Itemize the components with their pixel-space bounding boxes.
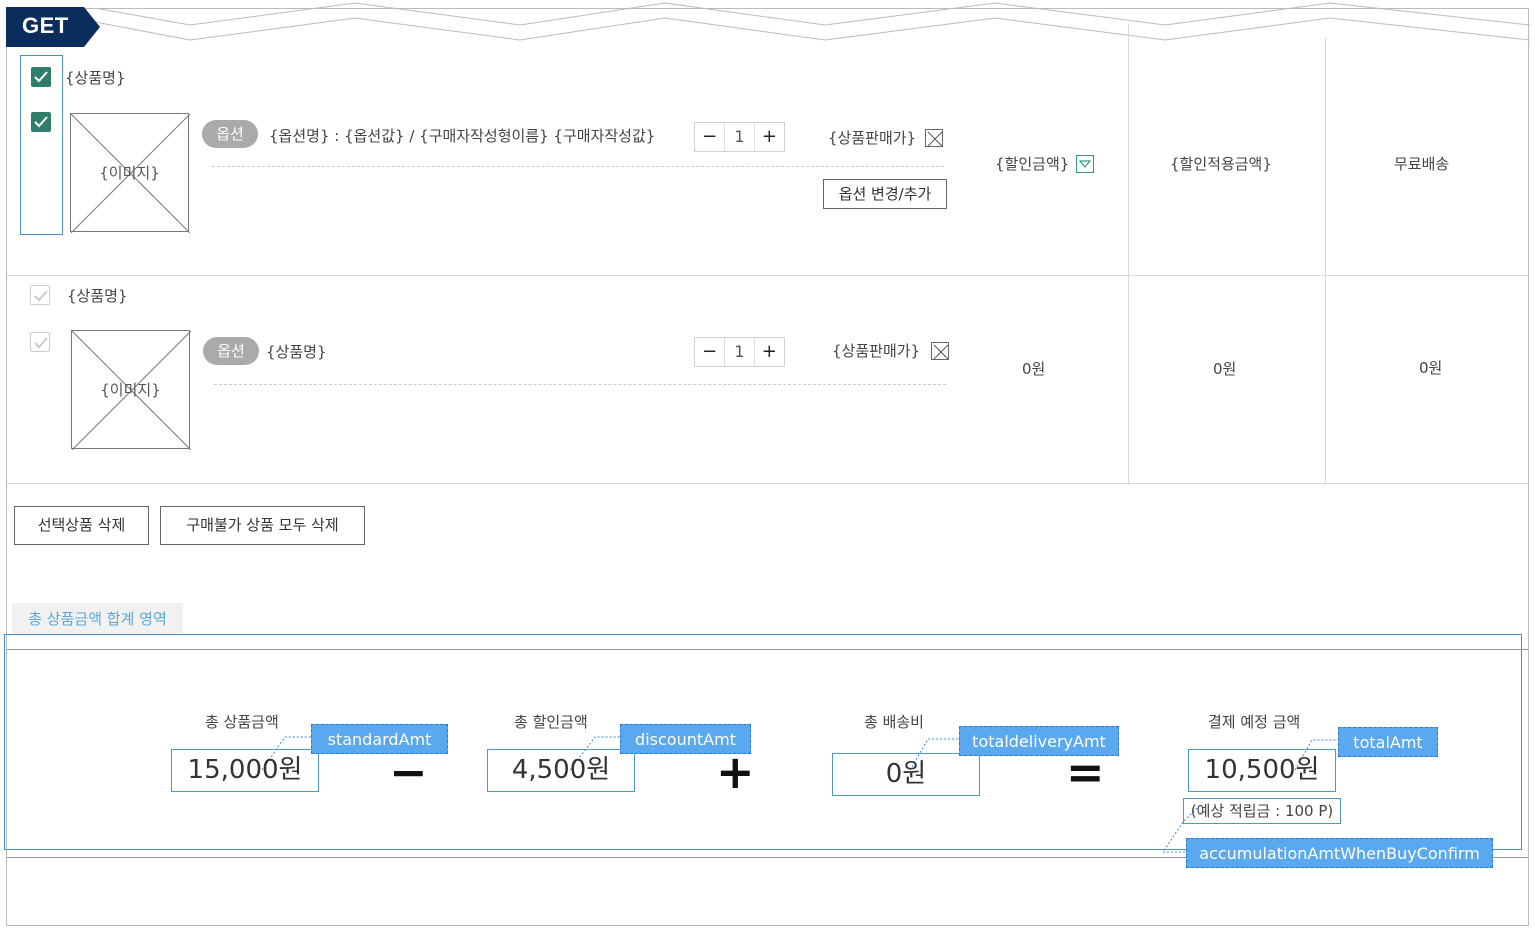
total-delivery-amount: 0원	[832, 753, 980, 796]
accumulation-amt-tag: accumulationAmtWhenBuyConfirm	[1186, 838, 1493, 868]
total-delivery-label: 총 배송비	[864, 713, 924, 731]
total-discount-amount: 4,500원	[487, 749, 635, 792]
minus-operator: −	[389, 745, 428, 799]
total-amt-tag: totalAmt	[1338, 727, 1438, 757]
total-product-amount: 15,000원	[171, 749, 319, 792]
payment-total-amount: 10,500원	[1188, 749, 1336, 792]
payment-total-label: 결제 예정 금액	[1208, 713, 1301, 731]
plus-operator: +	[716, 745, 755, 799]
equals-operator: =	[1066, 745, 1105, 799]
total-discount-label: 총 할인금액	[514, 713, 588, 731]
expected-points-text: (예상 적립금 : 100 P)	[1183, 798, 1341, 824]
total-product-label: 총 상품금액	[205, 713, 279, 731]
